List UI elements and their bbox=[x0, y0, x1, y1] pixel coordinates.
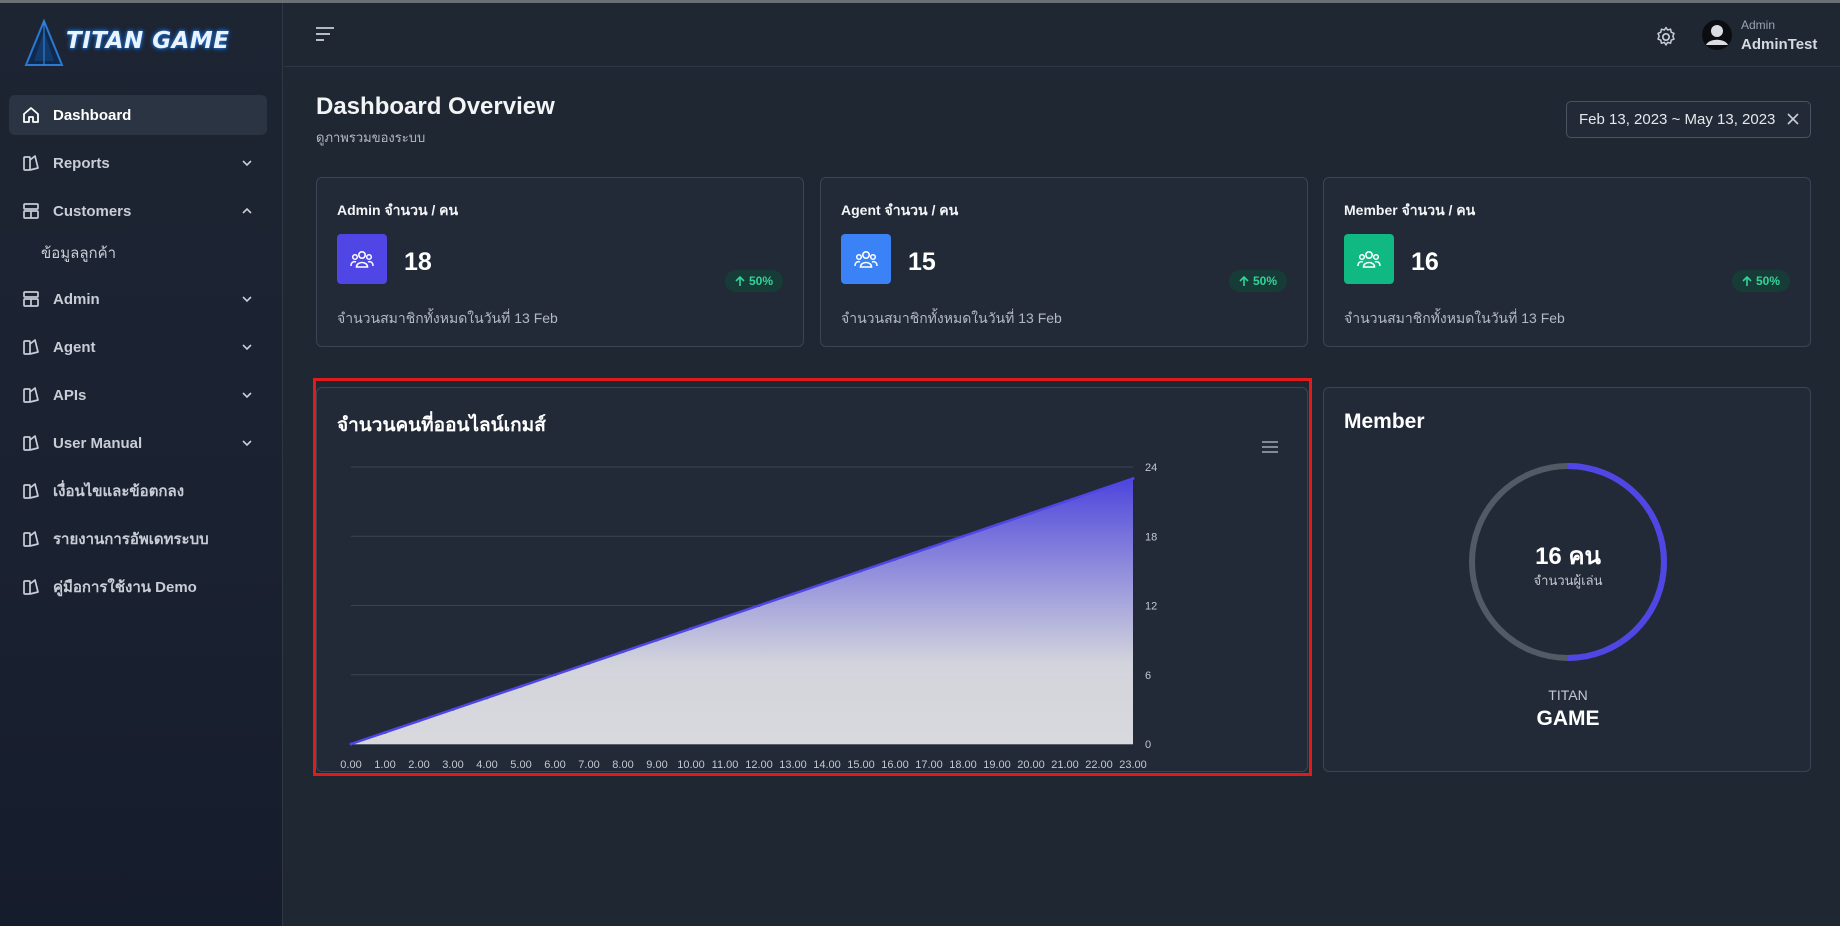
users-icon bbox=[337, 234, 387, 284]
page-title: Dashboard Overview bbox=[316, 93, 555, 120]
chevron-down-icon bbox=[242, 160, 252, 167]
reports-icon bbox=[23, 155, 39, 171]
sidebar-item-demo-manual[interactable]: คู่มือการใช้งาน Demo bbox=[9, 567, 267, 607]
sidebar-item-customers[interactable]: Customers bbox=[9, 191, 267, 231]
member-title: Member bbox=[1344, 410, 1425, 433]
growth-badge-value: 50% bbox=[748, 274, 773, 288]
stat-card-admin: Admin จำนวน / คน 18 50% จำนวนสมาชิกทั้งห… bbox=[316, 177, 804, 347]
sidebar-item-label: Reports bbox=[53, 154, 110, 172]
gear-icon[interactable] bbox=[1654, 25, 1678, 49]
sidebar-item-agent[interactable]: Agent bbox=[9, 327, 267, 367]
manual-icon bbox=[23, 435, 39, 451]
sidebar-item-label: APIs bbox=[53, 386, 87, 404]
users-icon bbox=[841, 234, 891, 284]
agent-icon bbox=[23, 339, 39, 355]
date-range-value: Feb 13, 2023 ~ May 13, 2023 bbox=[1579, 111, 1776, 128]
sidebar-item-reports[interactable]: Reports bbox=[9, 143, 267, 183]
sidebar-item-label: คู่มือการใช้งาน Demo bbox=[53, 579, 197, 596]
chevron-down-icon bbox=[242, 296, 252, 303]
titan-emblem-icon bbox=[24, 19, 64, 66]
sidebar-item-admin[interactable]: Admin bbox=[9, 279, 267, 319]
sidebar-item-label: Agent bbox=[53, 338, 96, 356]
update-report-icon bbox=[23, 531, 39, 547]
page-subtitle: ดูภาพรวมของระบบ bbox=[316, 130, 426, 145]
home-icon bbox=[23, 107, 39, 123]
card-description: จำนวนสมาชิกทั้งหมดในวันที่ 13 Feb bbox=[1344, 310, 1565, 326]
stat-card-agent: Agent จำนวน / คน 15 50% จำนวนสมาชิกทั้งห… bbox=[820, 177, 1308, 347]
date-range-picker[interactable]: Feb 13, 2023 ~ May 13, 2023 bbox=[1566, 101, 1811, 138]
donut-label: จำนวนผู้เล่น bbox=[1533, 573, 1603, 588]
menu-toggle-icon[interactable] bbox=[314, 23, 336, 45]
sidebar-item-label: เงื่อนไขและข้อตกลง bbox=[53, 483, 185, 500]
sidebar-item-label: User Manual bbox=[53, 434, 143, 452]
admin-icon bbox=[23, 291, 39, 307]
sidebar-item-dashboard[interactable]: Dashboard bbox=[9, 95, 267, 135]
sidebar-item-label: Dashboard bbox=[53, 106, 132, 124]
sidebar-item-terms[interactable]: เงื่อนไขและข้อตกลง bbox=[9, 471, 267, 511]
chevron-up-icon bbox=[242, 207, 252, 214]
selection-highlight bbox=[313, 378, 1312, 776]
brand-logo[interactable]: TITAN GAME bbox=[24, 17, 254, 73]
sidebar: TITAN GAME Dashboard Reports Customers ข… bbox=[0, 3, 283, 926]
card-value: 15 bbox=[908, 248, 936, 276]
avatar[interactable] bbox=[1701, 19, 1733, 51]
sidebar-item-label: Customers bbox=[53, 202, 132, 220]
member-card: Member 16 คน จำนวนผู้เล่น TITAN GAME bbox=[1323, 387, 1811, 772]
growth-badge-value: 50% bbox=[1755, 274, 1780, 288]
top-header: Admin AdminTest bbox=[284, 3, 1840, 67]
card-description: จำนวนสมาชิกทั้งหมดในวันที่ 13 Feb bbox=[841, 310, 1062, 326]
logo-text: TITAN GAME bbox=[66, 28, 230, 54]
card-value: 16 bbox=[1411, 248, 1439, 276]
sidebar-nav: Dashboard Reports Customers ข้อมูลลูกค้า… bbox=[9, 95, 267, 615]
demo-manual-icon bbox=[23, 579, 39, 595]
growth-badge: 50% bbox=[1228, 270, 1287, 292]
growth-badge: 50% bbox=[724, 270, 783, 292]
card-title: Member จำนวน / คน bbox=[1344, 202, 1476, 218]
card-title: Agent จำนวน / คน bbox=[841, 202, 959, 218]
sidebar-item-update-report[interactable]: รายงานการอัพเดทระบบ bbox=[9, 519, 267, 559]
sidebar-subitem-customer-info[interactable]: ข้อมูลลูกค้า bbox=[9, 237, 267, 269]
chevron-down-icon bbox=[242, 440, 252, 447]
terms-icon bbox=[23, 483, 39, 499]
close-icon[interactable] bbox=[1786, 112, 1800, 126]
chevron-down-icon bbox=[242, 392, 252, 399]
user-name[interactable]: AdminTest bbox=[1741, 36, 1817, 53]
chevron-down-icon bbox=[242, 344, 252, 351]
card-value: 18 bbox=[404, 248, 432, 276]
growth-badge-value: 50% bbox=[1252, 274, 1277, 288]
arrow-up-icon bbox=[1239, 275, 1249, 286]
brand-name-top: TITAN bbox=[1548, 687, 1588, 703]
brand-name-bottom: GAME bbox=[1536, 707, 1600, 730]
users-icon bbox=[1344, 234, 1394, 284]
sidebar-item-label: รายงานการอัพเดทระบบ bbox=[53, 531, 209, 548]
card-description: จำนวนสมาชิกทั้งหมดในวันที่ 13 Feb bbox=[337, 310, 558, 326]
stat-card-member: Member จำนวน / คน 16 50% จำนวนสมาชิกทั้ง… bbox=[1323, 177, 1811, 347]
arrow-up-icon bbox=[1742, 275, 1752, 286]
apis-icon bbox=[23, 387, 39, 403]
growth-badge: 50% bbox=[1731, 270, 1790, 292]
arrow-up-icon bbox=[735, 275, 745, 286]
sidebar-item-apis[interactable]: APIs bbox=[9, 375, 267, 415]
sidebar-item-user-manual[interactable]: User Manual bbox=[9, 423, 267, 463]
sidebar-item-label: Admin bbox=[53, 290, 100, 308]
card-title: Admin จำนวน / คน bbox=[337, 202, 459, 218]
user-role: Admin bbox=[1741, 18, 1776, 32]
customers-icon bbox=[23, 203, 39, 219]
